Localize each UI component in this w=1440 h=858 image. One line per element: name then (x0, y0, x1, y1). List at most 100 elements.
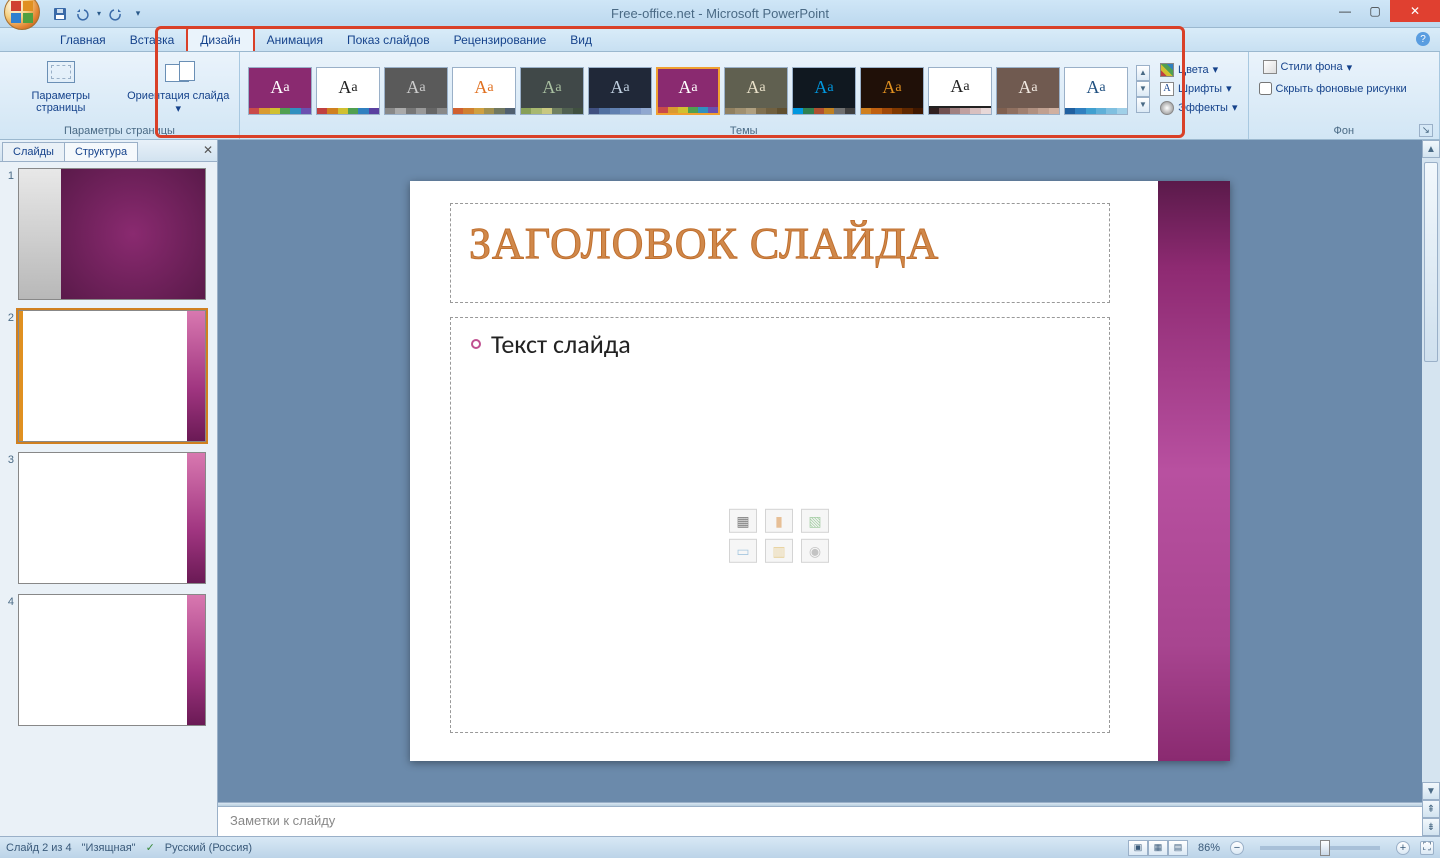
insert-picture-icon[interactable]: ▭ (729, 539, 757, 563)
scroll-up-icon[interactable]: ▲ (1422, 140, 1440, 158)
theme-thumb-2[interactable]: Aa (384, 67, 448, 115)
orientation-icon (165, 61, 191, 83)
vertical-scrollbar: ▲ ▼ ⇞ ⇟ (1422, 140, 1440, 836)
theme-thumb-7[interactable]: Aa (724, 67, 788, 115)
scroll-track[interactable] (1422, 158, 1440, 782)
thumb-number: 2 (4, 310, 18, 324)
redo-icon[interactable] (106, 4, 126, 24)
notes-pane[interactable]: Заметки к слайду (218, 806, 1422, 836)
status-language[interactable]: Русский (Россия) (165, 842, 252, 854)
zoom-slider[interactable] (1260, 846, 1380, 850)
theme-thumb-11[interactable]: Aa (996, 67, 1060, 115)
slide-thumb-1[interactable] (18, 168, 206, 300)
slide-title-text[interactable]: ЗАГОЛОВОК СЛАЙДА (469, 218, 1091, 269)
slide-thumb-4[interactable] (18, 594, 206, 726)
theme-thumb-8[interactable]: Aa (792, 67, 856, 115)
tab-review[interactable]: Рецензирование (442, 29, 559, 51)
slide[interactable]: ЗАГОЛОВОК СЛАЙДА Текст слайда ▦ ▮ ▧ ▭ ▥ … (410, 181, 1230, 761)
theme-thumb-10[interactable]: Aa (928, 67, 992, 115)
effects-icon (1160, 101, 1174, 115)
insert-table-icon[interactable]: ▦ (729, 509, 757, 533)
thumb-row: 3 (4, 452, 213, 584)
tab-slideshow[interactable]: Показ слайдов (335, 29, 442, 51)
zoom-in-icon[interactable]: + (1396, 841, 1410, 855)
insert-smartart-icon[interactable]: ▧ (801, 509, 829, 533)
hide-bg-checkbox[interactable]: Скрыть фоновые рисунки (1259, 82, 1407, 95)
theme-thumb-9[interactable]: Aa (860, 67, 924, 115)
slide-bullet[interactable]: Текст слайда (471, 328, 1089, 360)
view-normal-icon[interactable]: ▣ (1128, 840, 1148, 856)
colors-button[interactable]: Цвета ▾ (1156, 61, 1242, 79)
view-slideshow-icon[interactable]: ▤ (1168, 840, 1188, 856)
theme-thumb-12[interactable]: Aa (1064, 67, 1128, 115)
undo-dropdown-icon[interactable]: ▾ (94, 4, 104, 24)
office-button[interactable] (4, 0, 40, 30)
group-label-page-setup: Параметры страницы (4, 123, 235, 139)
slide-accent-bar (1158, 181, 1230, 761)
panel-close-icon[interactable]: ✕ (203, 143, 213, 157)
prev-slide-icon[interactable]: ⇞ (1422, 800, 1440, 818)
spellcheck-icon[interactable]: ✓ (146, 841, 155, 854)
view-sorter-icon[interactable]: ▦ (1148, 840, 1168, 856)
zoom-fit-icon[interactable]: ⛶ (1420, 841, 1434, 855)
slide-canvas[interactable]: ЗАГОЛОВОК СЛАЙДА Текст слайда ▦ ▮ ▧ ▭ ▥ … (218, 140, 1422, 802)
tab-insert[interactable]: Вставка (118, 29, 187, 51)
theme-thumb-0[interactable]: Aa (248, 67, 312, 115)
tab-animation[interactable]: Анимация (255, 29, 335, 51)
save-icon[interactable] (50, 4, 70, 24)
theme-thumb-3[interactable]: Aa (452, 67, 516, 115)
thumb-number: 4 (4, 594, 18, 608)
gallery-scroll-up[interactable]: ▲ (1136, 65, 1150, 81)
insert-media-icon[interactable]: ◉ (801, 539, 829, 563)
bg-styles-icon (1263, 60, 1277, 74)
close-button[interactable]: ✕ (1390, 0, 1440, 22)
theme-thumb-6[interactable]: Aa (656, 67, 720, 115)
tab-outline[interactable]: Структура (64, 142, 138, 161)
thumb-row: 2 (4, 310, 213, 442)
theme-thumb-1[interactable]: Aa (316, 67, 380, 115)
theme-options: Цвета ▾ A Шрифты ▾ Эффекты ▾ (1154, 57, 1244, 121)
themes-gallery: AaAaAaAaAaAaAaAaAaAaAaAaAa (244, 63, 1130, 115)
theme-thumb-4[interactable]: Aa (520, 67, 584, 115)
thumb-row: 4 (4, 594, 213, 726)
dialog-launcher-icon[interactable]: ↘ (1419, 124, 1433, 137)
scroll-down-icon[interactable]: ▼ (1422, 782, 1440, 800)
gallery-scroll-down[interactable]: ▼ (1136, 81, 1150, 97)
thumb-number: 1 (4, 168, 18, 182)
ribbon: Параметры страницы Ориентация слайда ▾ П… (0, 52, 1440, 140)
tab-view[interactable]: Вид (558, 29, 604, 51)
content-insert-icons: ▦ ▮ ▧ ▭ ▥ ◉ (729, 509, 831, 563)
minimize-button[interactable]: — (1330, 0, 1360, 22)
effects-button[interactable]: Эффекты ▾ (1156, 99, 1242, 117)
tab-home[interactable]: Главная (48, 29, 118, 51)
scroll-thumb[interactable] (1424, 162, 1438, 362)
help-icon[interactable]: ? (1416, 32, 1430, 46)
title-placeholder[interactable]: ЗАГОЛОВОК СЛАЙДА (450, 203, 1110, 303)
zoom-percent[interactable]: 86% (1198, 842, 1220, 854)
insert-clipart-icon[interactable]: ▥ (765, 539, 793, 563)
bg-styles-button[interactable]: Стили фона ▾ (1259, 58, 1407, 76)
page-setup-button[interactable]: Параметры страницы (4, 54, 118, 116)
fonts-button[interactable]: A Шрифты ▾ (1156, 80, 1242, 98)
tab-design[interactable]: Дизайн (186, 27, 254, 51)
hide-bg-input[interactable] (1259, 82, 1272, 95)
tab-slides[interactable]: Слайды (2, 142, 65, 161)
next-slide-icon[interactable]: ⇟ (1422, 818, 1440, 836)
view-buttons: ▣ ▦ ▤ (1128, 840, 1188, 856)
workspace: Слайды Структура ✕ 1 2 3 (0, 140, 1440, 836)
content-placeholder[interactable]: Текст слайда ▦ ▮ ▧ ▭ ▥ ◉ (450, 317, 1110, 733)
zoom-out-icon[interactable]: − (1230, 841, 1244, 855)
insert-chart-icon[interactable]: ▮ (765, 509, 793, 533)
theme-thumb-5[interactable]: Aa (588, 67, 652, 115)
status-slide: Слайд 2 из 4 (6, 842, 72, 854)
gallery-expand[interactable]: ▼ (1136, 97, 1150, 113)
slide-thumb-3[interactable] (18, 452, 206, 584)
group-page-setup: Параметры страницы Ориентация слайда ▾ П… (0, 52, 240, 139)
slides-panel: Слайды Структура ✕ 1 2 3 (0, 140, 218, 836)
group-background: Стили фона ▾ Скрыть фоновые рисунки Фон … (1249, 52, 1440, 139)
slide-thumb-2[interactable] (18, 310, 206, 442)
undo-icon[interactable] (72, 4, 92, 24)
slide-orientation-button[interactable]: Ориентация слайда ▾ (122, 54, 235, 117)
maximize-button[interactable]: ▢ (1360, 0, 1390, 22)
qat-customize-icon[interactable]: ▾ (128, 4, 148, 24)
